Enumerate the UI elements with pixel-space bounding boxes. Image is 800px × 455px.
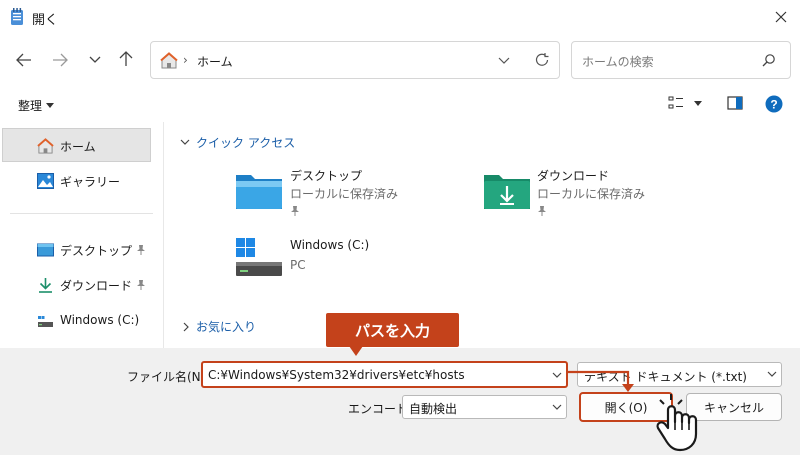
pin-icon bbox=[538, 206, 546, 216]
close-button[interactable] bbox=[764, 2, 798, 32]
refresh-icon[interactable] bbox=[534, 52, 550, 68]
sidebar-item-home[interactable]: ホーム bbox=[2, 128, 151, 162]
search-box[interactable]: ホームの検索 bbox=[571, 41, 791, 79]
gallery-icon bbox=[37, 173, 54, 189]
open-button-label: 開く(O) bbox=[604, 400, 648, 415]
arrow-right-icon bbox=[53, 53, 68, 67]
chevron-down-icon[interactable] bbox=[552, 372, 562, 379]
pin-icon bbox=[137, 280, 145, 290]
organize-label: 整理 bbox=[18, 99, 43, 113]
search-icon[interactable] bbox=[762, 53, 776, 67]
sidebar-item-gallery[interactable]: ギャラリー bbox=[0, 164, 160, 198]
pin-icon bbox=[291, 206, 299, 216]
recent-locations-button[interactable] bbox=[84, 48, 106, 72]
caret-down-icon bbox=[694, 100, 702, 106]
pin-icon bbox=[137, 245, 145, 255]
favorites-label: お気に入り bbox=[196, 320, 257, 334]
search-input[interactable]: ホームの検索 bbox=[582, 53, 654, 70]
drive-icon bbox=[38, 316, 53, 327]
sidebar-item-windows-c[interactable]: Windows (C:) bbox=[0, 304, 160, 338]
sidebar-item-downloads[interactable]: ダウンロード bbox=[0, 268, 160, 302]
callout-text: パスを入力 bbox=[354, 321, 430, 340]
caret-down-icon bbox=[46, 103, 55, 108]
forward-button[interactable] bbox=[48, 48, 72, 72]
arrow-up-icon bbox=[119, 51, 133, 66]
chevron-right-icon: › bbox=[183, 53, 188, 67]
organize-menu[interactable]: 整理 bbox=[18, 97, 55, 114]
address-bar[interactable]: › ホーム bbox=[150, 41, 560, 79]
svg-text:?: ? bbox=[770, 98, 777, 112]
tile-subtitle: ローカルに保存済み bbox=[537, 187, 646, 201]
tile-subtitle: PC bbox=[290, 258, 306, 272]
download-icon bbox=[39, 278, 52, 293]
tile-desktop[interactable]: デスクトップ ローカルに保存済み bbox=[232, 163, 432, 223]
filename-value: C:¥Windows¥System32¥drivers¥etc¥hosts bbox=[208, 368, 465, 382]
tile-title: デスクトップ bbox=[290, 169, 363, 183]
up-button[interactable] bbox=[114, 47, 138, 71]
chevron-down-icon[interactable] bbox=[498, 57, 510, 65]
chevron-down-icon bbox=[180, 139, 190, 145]
annotation-arrow bbox=[568, 370, 634, 392]
tile-downloads[interactable]: ダウンロード ローカルに保存済み bbox=[480, 163, 680, 223]
downloads-folder-icon bbox=[484, 175, 530, 209]
hand-pointer-icon bbox=[656, 394, 698, 452]
favorites-header[interactable]: お気に入り bbox=[183, 318, 256, 335]
home-icon bbox=[160, 52, 178, 69]
pane-divider bbox=[163, 122, 164, 348]
encoding-value: 自動検出 bbox=[409, 402, 458, 416]
sidebar-item-label: ホーム bbox=[60, 140, 96, 154]
filename-input[interactable]: C:¥Windows¥System32¥drivers¥etc¥hosts bbox=[201, 361, 568, 388]
filename-label: ファイル名(N): bbox=[127, 370, 210, 384]
desktop-folder-icon bbox=[236, 175, 282, 209]
sidebar-item-desktop[interactable]: デスクトップ bbox=[0, 233, 160, 267]
sidebar-divider bbox=[10, 213, 153, 214]
breadcrumb[interactable]: ホーム bbox=[197, 53, 233, 70]
tile-windows-c[interactable]: Windows (C:) PC bbox=[232, 234, 432, 280]
tile-title: ダウンロード bbox=[537, 169, 610, 183]
back-button[interactable] bbox=[12, 48, 36, 72]
callout-tail bbox=[349, 346, 363, 356]
drive-icon bbox=[236, 238, 282, 276]
preview-pane-icon[interactable] bbox=[727, 96, 743, 110]
arrow-left-icon bbox=[16, 53, 31, 67]
tile-title: Windows (C:) bbox=[290, 238, 370, 252]
navigation-pane: ホーム ギャラリー デスクトップ ダウンロード Windows (C:) bbox=[0, 122, 163, 348]
title-bar: 開く bbox=[0, 0, 800, 34]
sidebar-item-label: ダウンロード bbox=[60, 279, 133, 293]
quick-access-header[interactable]: クイック アクセス bbox=[180, 134, 295, 151]
sidebar-item-label: デスクトップ bbox=[60, 244, 133, 258]
tile-subtitle: ローカルに保存済み bbox=[290, 187, 399, 201]
encoding-select[interactable]: 自動検出 bbox=[402, 395, 567, 419]
sidebar-item-label: Windows (C:) bbox=[60, 313, 140, 327]
close-icon bbox=[775, 11, 787, 23]
chevron-right-icon bbox=[183, 322, 189, 331]
home-icon bbox=[37, 138, 54, 154]
chevron-down-icon bbox=[89, 56, 101, 63]
chevron-down-icon bbox=[767, 371, 777, 377]
sidebar-item-label: ギャラリー bbox=[60, 175, 121, 189]
view-options[interactable] bbox=[668, 96, 702, 110]
help-icon[interactable]: ? bbox=[765, 95, 783, 113]
notepad-icon bbox=[11, 8, 23, 25]
desktop-icon bbox=[37, 243, 54, 257]
window-title: 開く bbox=[32, 13, 59, 28]
chevron-down-icon bbox=[552, 404, 562, 410]
quick-access-label: クイック アクセス bbox=[196, 136, 296, 150]
view-details-icon bbox=[668, 96, 683, 109]
annotation-callout: パスを入力 bbox=[326, 313, 459, 347]
